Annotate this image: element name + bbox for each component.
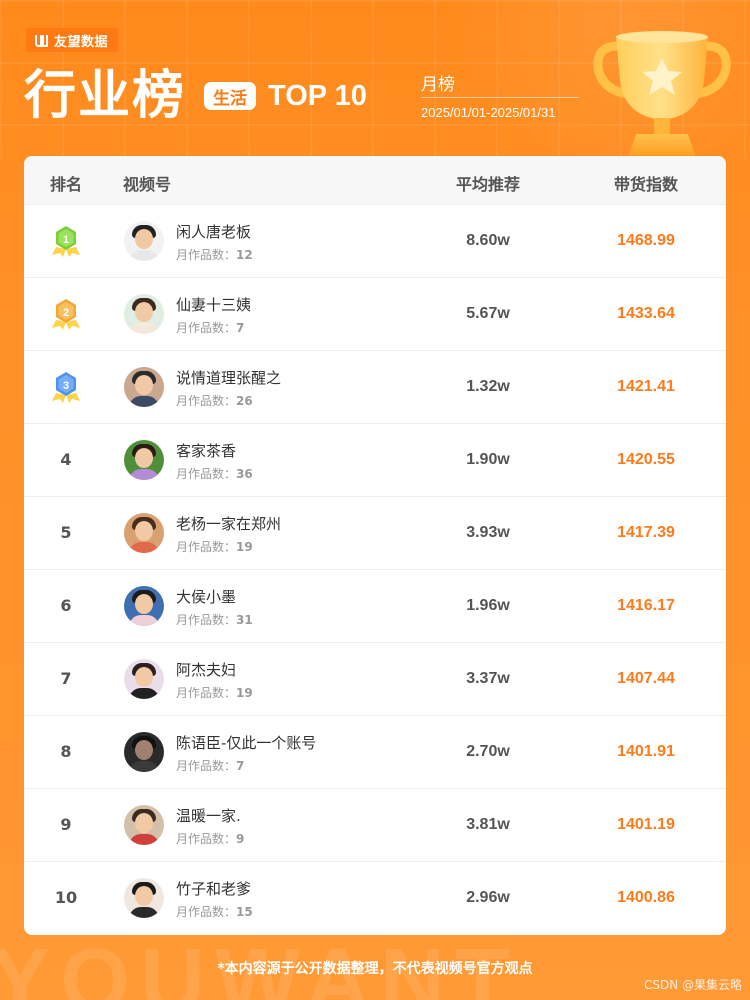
category-badge: 生活 bbox=[204, 82, 256, 110]
top-label: TOP 10 bbox=[268, 80, 367, 112]
sales-index: 1416.17 bbox=[617, 597, 675, 614]
account-name[interactable]: 温暖一家. bbox=[176, 805, 241, 826]
account-name[interactable]: 仙妻十三姨 bbox=[176, 294, 251, 315]
monthly-works: 月作品数：19 bbox=[176, 686, 253, 700]
date-range: 2025/01/01-2025/01/31 bbox=[421, 105, 556, 120]
avatar[interactable] bbox=[124, 805, 164, 845]
table-row[interactable]: 6 大侯小墨 月作品数：31 1.96w 1416.17 bbox=[24, 569, 726, 642]
sales-index: 1433.64 bbox=[617, 305, 675, 322]
account-name[interactable]: 客家茶香 bbox=[176, 440, 236, 461]
header-avg-recommend: 平均推荐 bbox=[456, 175, 521, 194]
brand-name: 友望数据 bbox=[54, 34, 109, 50]
avg-recommend: 5.67w bbox=[466, 305, 510, 322]
medal-rank-text: 3 bbox=[63, 380, 69, 392]
monthly-works: 月作品数：36 bbox=[176, 467, 253, 481]
page-title: 行业榜 bbox=[24, 66, 187, 126]
rank-number: 6 bbox=[60, 596, 72, 615]
brand-logo-badge: 友望数据 bbox=[26, 28, 119, 52]
table-row[interactable]: 10 竹子和老爹 月作品数：15 2.96w 1400.86 bbox=[24, 861, 726, 934]
rank-number: 5 bbox=[60, 523, 72, 542]
page: 友望数据 行业榜 生活 TOP 10 月榜 2025/01/01-2025/01… bbox=[0, 0, 750, 1000]
avatar[interactable] bbox=[124, 586, 164, 626]
table-row[interactable]: 9 温暖一家. 月作品数：9 3.81w 1401.19 bbox=[24, 788, 726, 861]
sales-index: 1421.41 bbox=[617, 378, 675, 395]
table-row[interactable]: 3 说情道理张醒之 月作品数：26 1.32w 1421.41 bbox=[24, 350, 726, 423]
gold-medal-icon: 1 bbox=[48, 223, 84, 259]
rank-number: 4 bbox=[60, 450, 72, 469]
table-row[interactable]: 4 客家茶香 月作品数：36 1.90w 1420.55 bbox=[24, 423, 726, 496]
avg-recommend: 3.81w bbox=[466, 816, 510, 833]
sales-index: 1401.19 bbox=[617, 816, 675, 833]
monthly-works: 月作品数：7 bbox=[176, 759, 245, 773]
account-name[interactable]: 大侯小墨 bbox=[176, 586, 236, 607]
sales-index: 1401.91 bbox=[617, 743, 675, 760]
monthly-works: 月作品数：19 bbox=[176, 540, 253, 554]
account-name[interactable]: 阿杰夫妇 bbox=[176, 659, 236, 680]
rank-number: 10 bbox=[54, 888, 78, 907]
header-sales-index: 带货指数 bbox=[614, 175, 679, 194]
monthly-works: 月作品数：15 bbox=[176, 905, 253, 919]
header-account: 视频号 bbox=[123, 175, 172, 194]
avatar[interactable] bbox=[124, 878, 164, 918]
avatar[interactable] bbox=[124, 732, 164, 772]
ranking-table: 排名 视频号 平均推荐 带货指数 1 闲人唐老板 月作品数：12 8.60w 1… bbox=[24, 156, 726, 935]
sales-index: 1400.86 bbox=[617, 889, 675, 906]
medal-rank-text: 2 bbox=[63, 307, 69, 319]
account-name[interactable]: 老杨一家在郑州 bbox=[176, 513, 281, 534]
rank-number: 9 bbox=[60, 815, 72, 834]
sales-index: 1417.39 bbox=[617, 524, 675, 541]
monthly-works: 月作品数：31 bbox=[176, 613, 253, 627]
table-row[interactable]: 1 闲人唐老板 月作品数：12 8.60w 1468.99 bbox=[24, 204, 726, 277]
avg-recommend: 1.96w bbox=[466, 597, 510, 614]
sales-index: 1407.44 bbox=[617, 670, 675, 687]
avg-recommend: 3.37w bbox=[466, 670, 510, 687]
account-name[interactable]: 陈语臣-仅此一个账号 bbox=[176, 732, 316, 753]
account-name[interactable]: 竹子和老爹 bbox=[176, 878, 251, 899]
avg-recommend: 8.60w bbox=[466, 232, 510, 249]
rank-number: 8 bbox=[60, 742, 72, 761]
sales-index: 1420.55 bbox=[617, 451, 675, 468]
avatar[interactable] bbox=[124, 294, 164, 334]
avg-recommend: 3.93w bbox=[466, 524, 510, 541]
table-header: 排名 视频号 平均推荐 带货指数 bbox=[24, 156, 726, 204]
avg-recommend: 1.32w bbox=[466, 378, 510, 395]
account-name[interactable]: 说情道理张醒之 bbox=[176, 367, 281, 388]
monthly-works: 月作品数：7 bbox=[176, 321, 245, 335]
table-row[interactable]: 2 仙妻十三姨 月作品数：7 5.67w 1433.64 bbox=[24, 277, 726, 350]
avatar[interactable] bbox=[124, 513, 164, 553]
avg-recommend: 2.70w bbox=[466, 743, 510, 760]
avatar[interactable] bbox=[124, 221, 164, 261]
table-row[interactable]: 7 阿杰夫妇 月作品数：19 3.37w 1407.44 bbox=[24, 642, 726, 715]
account-name[interactable]: 闲人唐老板 bbox=[176, 221, 251, 242]
sales-index: 1468.99 bbox=[617, 232, 675, 249]
table-row[interactable]: 8 陈语臣-仅此一个账号 月作品数：7 2.70w 1401.91 bbox=[24, 715, 726, 788]
disclaimer-text: *本内容源于公开数据整理，不代表视频号官方观点 bbox=[217, 961, 533, 977]
rank-number: 7 bbox=[60, 669, 72, 688]
trophy-icon bbox=[592, 28, 732, 158]
avg-recommend: 2.96w bbox=[466, 889, 510, 906]
table-row[interactable]: 5 老杨一家在郑州 月作品数：19 3.93w 1417.39 bbox=[24, 496, 726, 569]
monthly-works: 月作品数：26 bbox=[176, 394, 253, 408]
period-label: 月榜 bbox=[421, 75, 455, 95]
avg-recommend: 1.90w bbox=[466, 451, 510, 468]
silver-medal-icon: 2 bbox=[48, 296, 84, 332]
period-divider bbox=[421, 97, 579, 98]
avatar[interactable] bbox=[124, 367, 164, 407]
monthly-works: 月作品数：9 bbox=[176, 832, 245, 846]
bronze-medal-icon: 3 bbox=[48, 369, 84, 405]
header-rank: 排名 bbox=[50, 175, 83, 194]
avatar[interactable] bbox=[124, 659, 164, 699]
avatar[interactable] bbox=[124, 440, 164, 480]
source-watermark: CSDN @果集云略 bbox=[643, 978, 742, 992]
brand-icon bbox=[34, 33, 49, 48]
monthly-works: 月作品数：12 bbox=[176, 248, 253, 262]
medal-rank-text: 1 bbox=[63, 234, 69, 246]
